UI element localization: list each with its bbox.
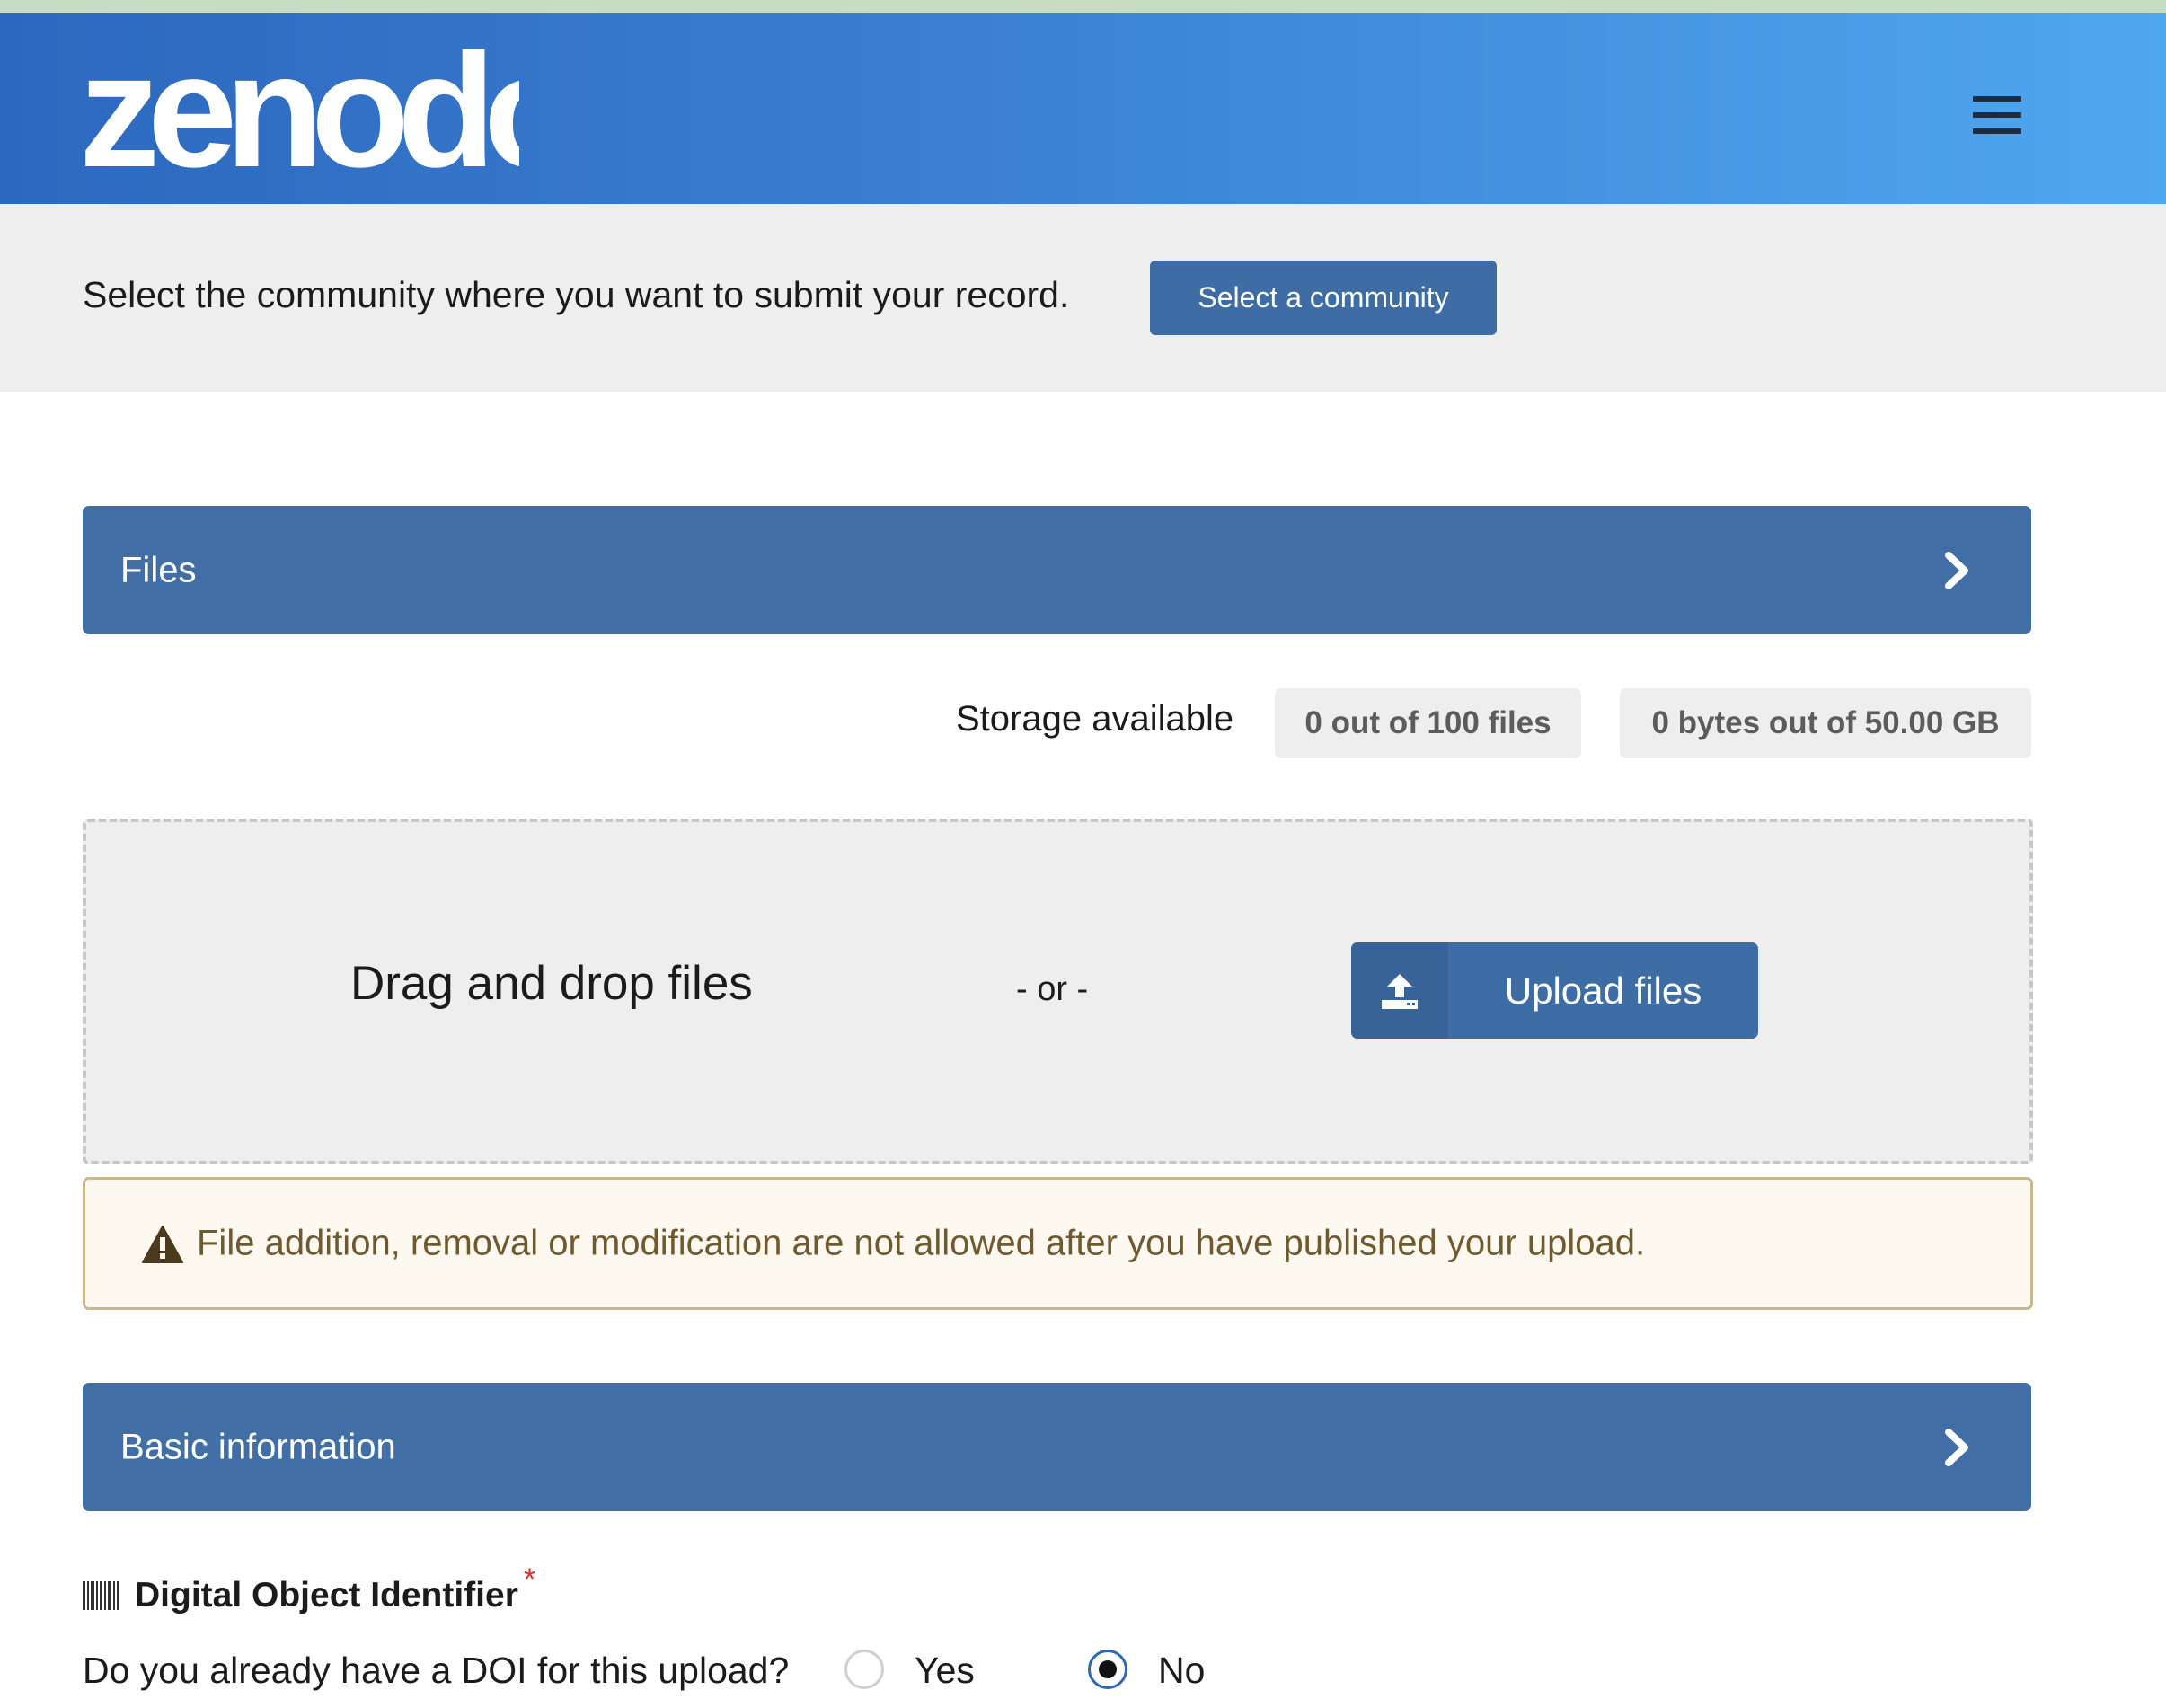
top-border — [0, 0, 2166, 13]
doi-no-label[interactable]: No — [1158, 1650, 1205, 1692]
drag-and-drop-text: Drag and drop files — [350, 957, 753, 1010]
community-prompt: Select the community where you want to s… — [83, 274, 1070, 315]
doi-no-radio[interactable] — [1088, 1650, 1127, 1689]
select-community-button[interactable]: Select a community — [1150, 261, 1497, 335]
site-header: zenodo — [0, 13, 2166, 204]
doi-title: Digital Object Identifier — [135, 1576, 518, 1615]
doi-yes-radio[interactable] — [844, 1650, 884, 1689]
barcode-icon — [83, 1581, 119, 1610]
doi-heading: Digital Object Identifier * — [83, 1562, 535, 1617]
files-quota-badge: 0 out of 100 files — [1275, 688, 1581, 758]
doi-question: Do you already have a DOI for this uploa… — [83, 1650, 790, 1691]
or-separator: - or - — [1016, 970, 1089, 1008]
warning-triangle-icon — [142, 1226, 183, 1263]
files-section-header[interactable]: Files — [83, 506, 2031, 634]
files-section-title: Files — [120, 550, 197, 589]
upload-files-button[interactable]: Upload files — [1351, 942, 1758, 1039]
warning-message: File addition, removal or modification a… — [197, 1223, 1646, 1263]
svg-text:zenodo: zenodo — [79, 31, 519, 184]
upload-files-label: Upload files — [1504, 969, 1702, 1012]
file-modification-warning: File addition, removal or modification a… — [83, 1177, 2033, 1310]
basic-information-title: Basic information — [120, 1427, 396, 1466]
zenodo-logo[interactable]: zenodo — [79, 31, 519, 184]
bytes-quota-badge: 0 bytes out of 50.00 GB — [1620, 688, 2031, 758]
upload-icon — [1351, 942, 1448, 1039]
hamburger-menu-icon[interactable] — [1966, 94, 2029, 136]
basic-information-section-header[interactable]: Basic information — [83, 1383, 2031, 1511]
required-marker: * — [523, 1562, 536, 1597]
chevron-right-icon — [1945, 1428, 1968, 1466]
storage-available-label: Storage available — [956, 699, 1234, 739]
doi-yes-label[interactable]: Yes — [915, 1650, 975, 1692]
chevron-right-icon — [1945, 551, 1968, 589]
